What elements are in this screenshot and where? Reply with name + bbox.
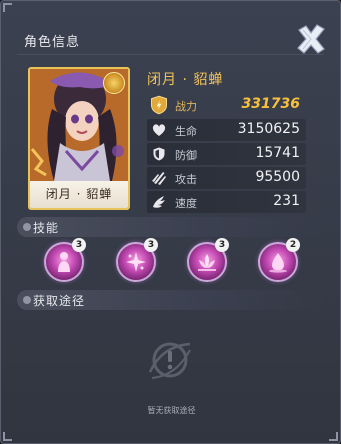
hero-portrait-card[interactable]: 闭月 · 貂蝉 [28, 67, 130, 210]
skill-slot-1[interactable]: 3 [44, 238, 86, 282]
power-shield-icon [151, 95, 167, 115]
skills-section-header: 技能 [17, 217, 326, 237]
stat-hp-label: 生命 [175, 125, 197, 138]
role-info-panel: 角色信息 闭月 · 貂蝉 闭月 · 貂蝉 战力 331736 生命 315062… [0, 0, 341, 444]
corner-ornament [3, 432, 12, 441]
stat-defense-value: 15741 [255, 145, 300, 161]
hero-card-name: 闭月 · 貂蝉 [30, 181, 128, 208]
close-icon [297, 24, 325, 54]
empty-state-text: 暂无获取途径 [147, 406, 196, 415]
wing-speed-icon [153, 196, 165, 208]
petal-burst-skill-icon [126, 252, 146, 272]
source-section-header: 获取途径 [17, 290, 326, 310]
stat-power-value: 331736 [241, 96, 300, 112]
stat-power-label: 战力 [175, 100, 197, 113]
source-section-title: 获取途径 [33, 294, 86, 308]
stat-defense-label: 防御 [175, 149, 197, 162]
hero-name: 闭月 · 貂蝉 [147, 72, 224, 88]
stat-defense-row: 防御 15741 [147, 143, 306, 165]
stat-speed-value: 231 [273, 193, 300, 209]
skill-level-badge: 3 [215, 238, 229, 252]
empty-state-icon [148, 342, 191, 379]
skill-slot-4[interactable]: 2 [258, 238, 300, 282]
title-divider [17, 54, 324, 55]
skill-level-badge: 2 [286, 238, 300, 252]
droplet-skill-icon [269, 253, 287, 273]
skill-level-badge: 3 [72, 238, 86, 252]
corner-ornament [329, 432, 338, 441]
stat-speed-label: 速度 [175, 197, 197, 210]
slash-attack-icon [152, 172, 166, 185]
stat-hp-value: 3150625 [237, 121, 300, 137]
skill-slot-3[interactable]: 3 [187, 238, 229, 282]
skill-slot-2[interactable]: 3 [116, 238, 158, 282]
skills-section-title: 技能 [33, 221, 60, 235]
stat-attack-label: 攻击 [175, 173, 197, 186]
close-button[interactable] [294, 22, 328, 56]
hero-star-badge [103, 72, 125, 94]
figure-skill-icon [58, 252, 70, 272]
skill-level-badge: 3 [144, 238, 158, 252]
stat-hp-row: 生命 3150625 [147, 119, 306, 141]
lotus-skill-icon [198, 254, 216, 271]
corner-ornament [3, 3, 12, 12]
stat-attack-row: 攻击 95500 [147, 167, 306, 189]
stat-speed-row: 速度 231 [147, 191, 306, 213]
section-dot-icon [23, 296, 31, 304]
heart-icon [152, 124, 166, 136]
stat-attack-value: 95500 [255, 169, 300, 185]
stat-power-row: 战力 331736 [147, 94, 306, 116]
section-dot-icon [23, 223, 31, 231]
panel-title: 角色信息 [24, 35, 81, 50]
shield-icon [153, 147, 165, 161]
